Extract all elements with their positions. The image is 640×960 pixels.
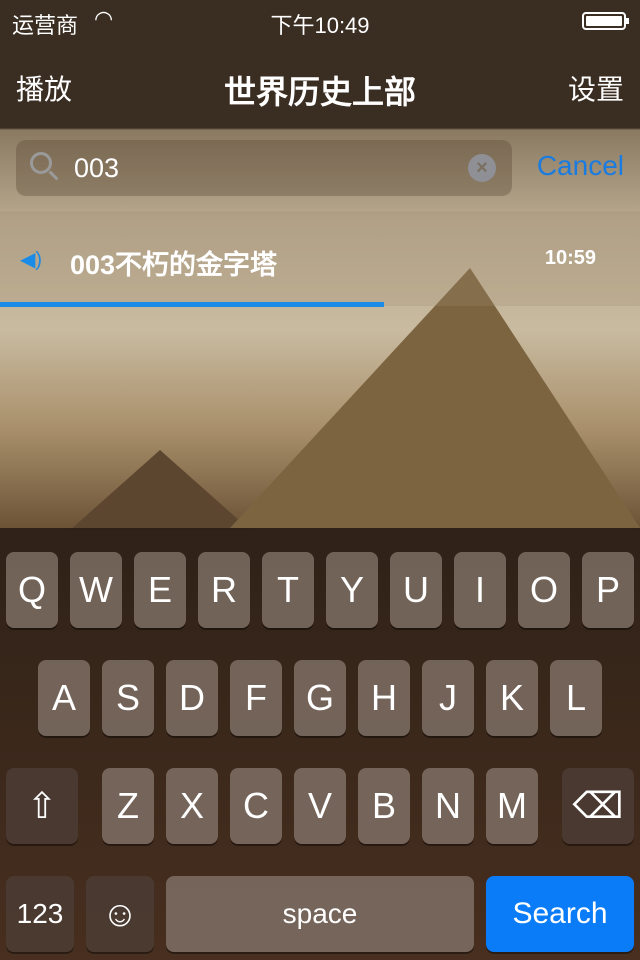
emoji-key[interactable]: ☺ [86, 876, 154, 952]
keyboard: Q W E R T Y U I O P A S D F G H J K L Z X C V B N M ⇧ ⌫ 123 ☺ space Sea… [0, 528, 640, 960]
progress-fill [0, 302, 384, 307]
key-s[interactable]: S [102, 660, 154, 736]
track-title: 003不朽的金字塔 [70, 250, 278, 280]
space-key[interactable]: space [166, 876, 474, 952]
key-b[interactable]: B [358, 768, 410, 844]
background-pyramid [230, 268, 640, 528]
key-i[interactable]: I [454, 552, 506, 628]
page-title: 世界历史上部 [223, 74, 416, 110]
key-v[interactable]: V [294, 768, 346, 844]
search-input[interactable] [74, 148, 454, 188]
key-x[interactable]: X [166, 768, 218, 844]
key-h[interactable]: H [358, 660, 410, 736]
key-r[interactable]: R [198, 552, 250, 628]
key-l[interactable]: L [550, 660, 602, 736]
key-a[interactable]: A [38, 660, 90, 736]
playback-progress [0, 302, 640, 307]
search-icon [30, 152, 52, 174]
cancel-button[interactable]: Cancel [537, 150, 624, 182]
key-j[interactable]: J [422, 660, 474, 736]
settings-button[interactable]: 设置 [568, 68, 624, 108]
status-bar: 运营商 ◠ 下午10:49 [0, 0, 640, 40]
key-z[interactable]: Z [102, 768, 154, 844]
key-f[interactable]: F [230, 660, 282, 736]
key-g[interactable]: G [294, 660, 346, 736]
track-duration: 10:59 [544, 247, 596, 269]
search-key[interactable]: Search [486, 876, 634, 952]
background-pyramid-small [70, 450, 250, 530]
key-y[interactable]: Y [326, 552, 378, 628]
nav-bar: 播放 世界历史上部 设置 [0, 40, 640, 128]
shift-key[interactable]: ⇧ [6, 768, 78, 844]
key-t[interactable]: T [262, 552, 314, 628]
key-m[interactable]: M [486, 768, 538, 844]
key-n[interactable]: N [422, 768, 474, 844]
speaker-icon: ◀) [20, 249, 43, 271]
key-e[interactable]: E [134, 552, 186, 628]
clear-icon[interactable]: × [468, 154, 496, 182]
key-u[interactable]: U [390, 552, 442, 628]
key-w[interactable]: W [70, 552, 122, 628]
search-bar: × [16, 140, 512, 196]
status-time: 下午10:49 [270, 13, 370, 38]
key-p[interactable]: P [582, 552, 634, 628]
key-d[interactable]: D [166, 660, 218, 736]
key-o[interactable]: O [518, 552, 570, 628]
delete-key[interactable]: ⌫ [562, 768, 634, 844]
list-item[interactable]: ◀) 003不朽的金字塔 10:59 [0, 210, 640, 306]
key-q[interactable]: Q [6, 552, 58, 628]
battery-icon [582, 12, 629, 30]
numbers-key[interactable]: 123 [6, 876, 74, 952]
key-k[interactable]: K [486, 660, 538, 736]
key-c[interactable]: C [230, 768, 282, 844]
